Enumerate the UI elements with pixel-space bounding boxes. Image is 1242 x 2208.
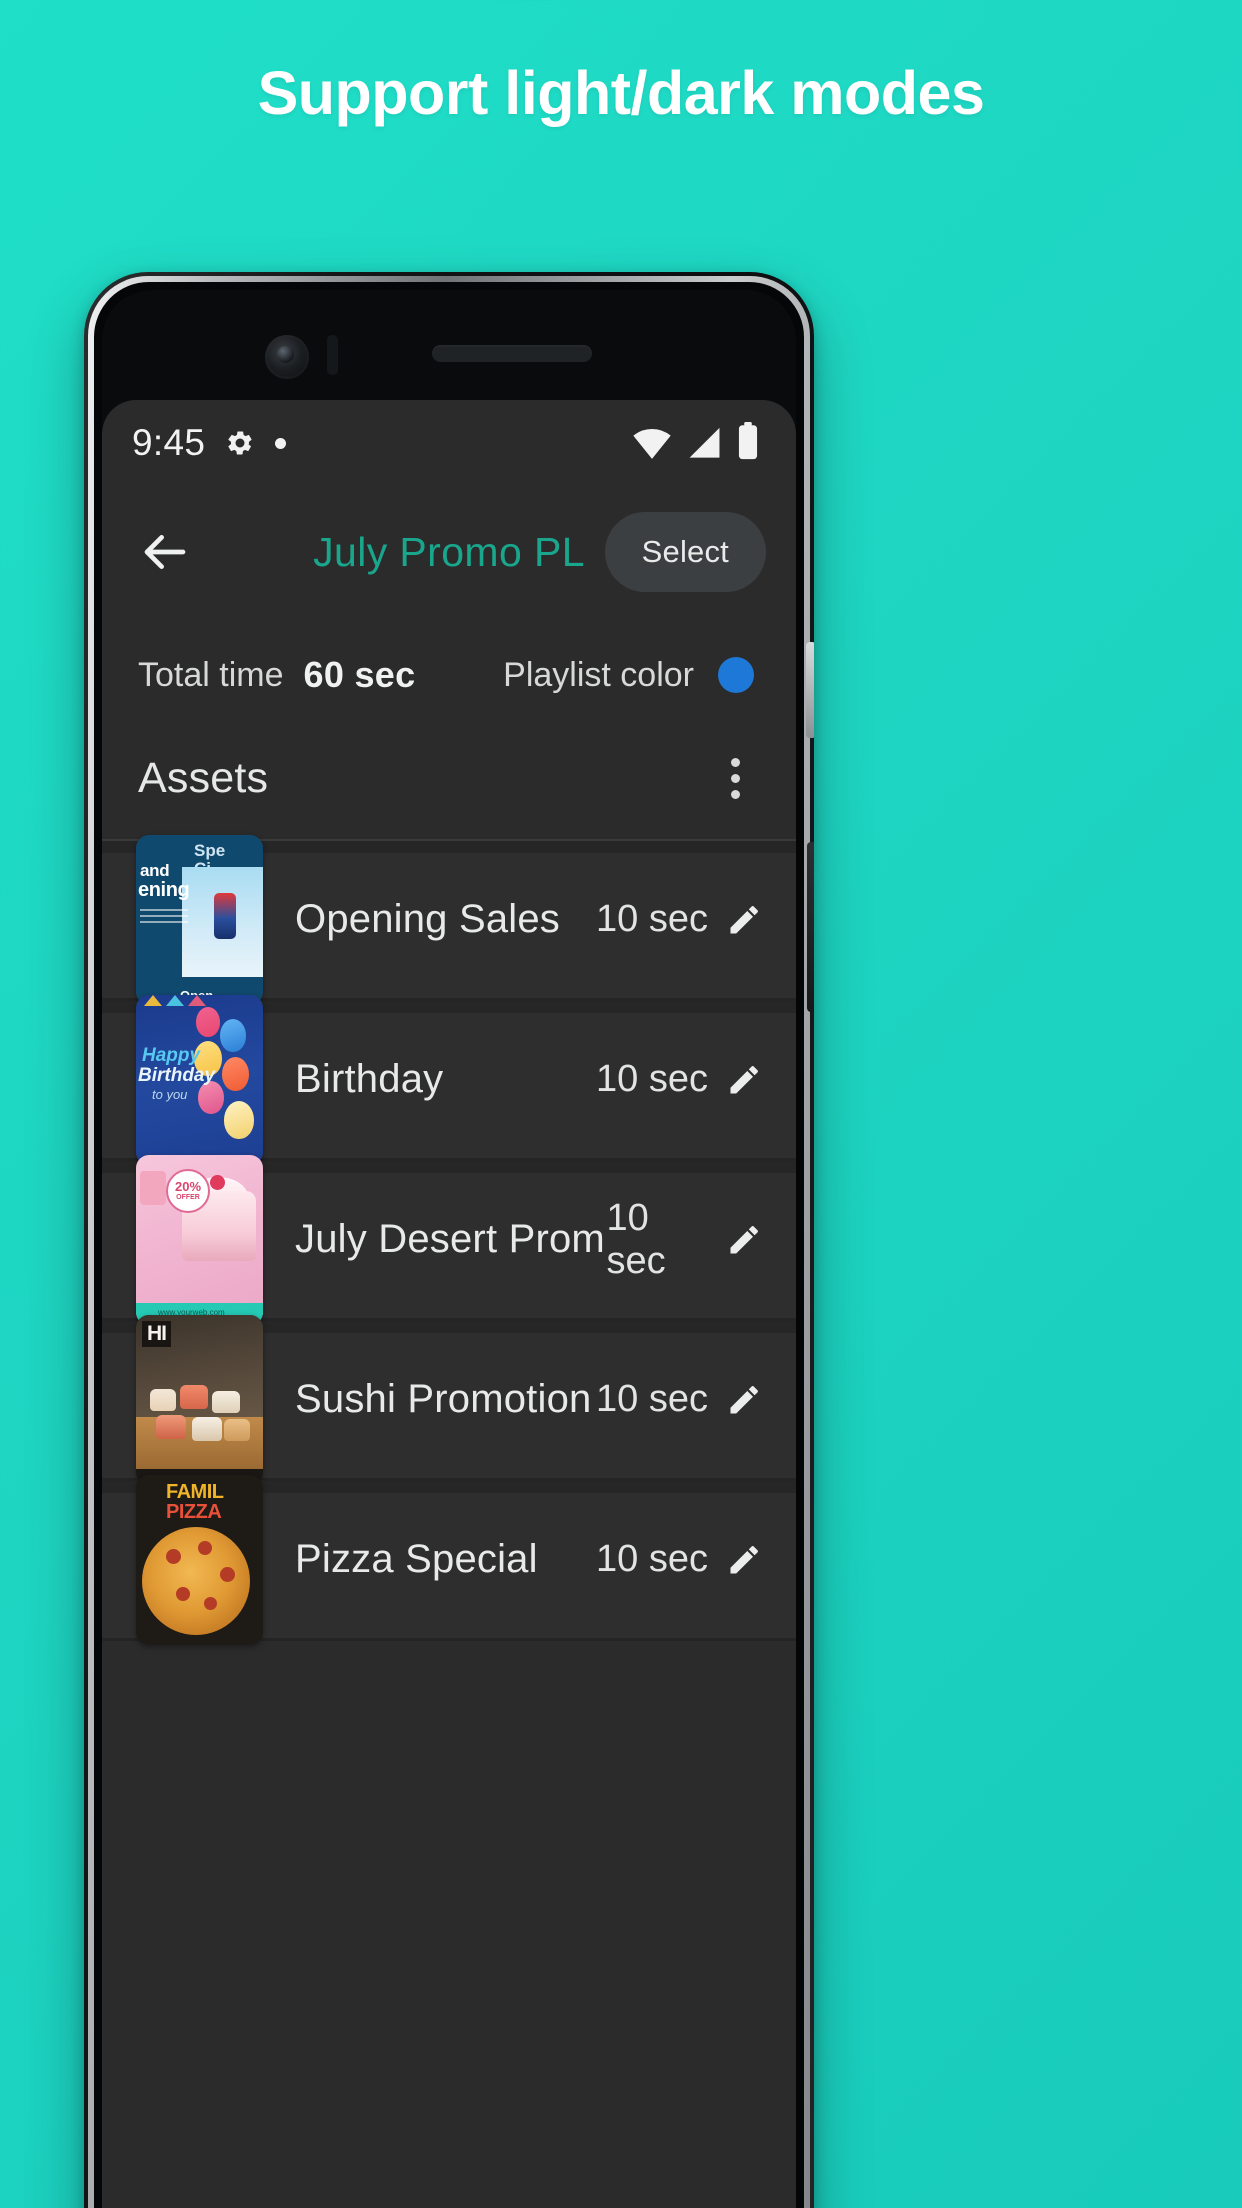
notification-dot-icon (275, 437, 287, 449)
earpiece-speaker-icon (432, 345, 592, 362)
asset-thumbnail: Spe Ci and ening Open (136, 834, 263, 1005)
thumb-text: PIZZA (166, 1500, 222, 1523)
proximity-sensor-icon (327, 335, 338, 375)
asset-actions: 10 sec (596, 1538, 762, 1581)
phone-screen: 9:45 July Promo PL Select Total time 60 … (102, 400, 796, 2208)
asset-thumbnail: FAMIL PIZZA (136, 1474, 263, 1645)
front-camera-icon (265, 335, 309, 379)
edit-pencil-icon[interactable] (726, 1542, 762, 1578)
asset-actions: 10 sec (596, 1378, 762, 1421)
thumb-art (214, 892, 236, 939)
thumb-badge: 20% OFFER (166, 1168, 210, 1213)
playlist-color-swatch[interactable] (718, 657, 754, 693)
thumb-text: ening (138, 878, 190, 901)
table-row[interactable]: Happy Birthday to you Birthday 10 sec (102, 994, 796, 1165)
assets-title: Assets (138, 754, 269, 802)
kebab-dot (731, 774, 740, 783)
asset-title: July Desert Promo (295, 1217, 607, 1261)
edit-pencil-icon[interactable] (726, 902, 762, 938)
back-arrow-icon (144, 535, 186, 569)
cellular-signal-icon (685, 426, 723, 465)
playlist-color-label: Playlist color (503, 655, 694, 694)
asset-duration: 10 sec (596, 898, 708, 940)
wifi-icon (632, 426, 672, 465)
table-row[interactable]: HI Sushi Promotion 10 sec (102, 1314, 796, 1485)
select-button[interactable]: Select (604, 512, 766, 592)
playlist-color-control[interactable]: Playlist color (503, 656, 754, 695)
status-bar-left: 9:45 (132, 422, 287, 464)
status-bar-right (632, 421, 760, 465)
thumb-art (140, 1170, 166, 1205)
thumb-text: Happy (142, 1044, 201, 1066)
thumb-text: Birthday (138, 1064, 216, 1086)
overflow-menu-icon[interactable] (719, 748, 752, 809)
assets-section-header: Assets (102, 726, 796, 841)
settings-gear-icon (225, 428, 255, 458)
asset-actions: 10 sec (596, 898, 762, 941)
power-button[interactable] (806, 642, 814, 738)
thumb-text: HI (142, 1320, 171, 1347)
total-time-label: Total time (138, 655, 284, 694)
asset-thumbnail: Happy Birthday to you (136, 994, 263, 1165)
phone-body: 9:45 July Promo PL Select Total time 60 … (102, 290, 796, 2208)
thumb-text: 20% (174, 1179, 202, 1194)
asset-duration: 10 sec (606, 1196, 666, 1282)
asset-title: Pizza Special (295, 1537, 538, 1581)
asset-title: Sushi Promotion (295, 1377, 592, 1421)
thumb-art (140, 908, 188, 927)
status-clock: 9:45 (132, 422, 206, 463)
edit-pencil-icon[interactable] (726, 1382, 762, 1418)
table-row[interactable]: Spe Ci and ening Open Opening Sales 10 s… (102, 834, 796, 1005)
thumb-text: to you (152, 1086, 188, 1102)
asset-actions: 10 sec (606, 1197, 762, 1283)
volume-button[interactable] (807, 842, 814, 1012)
thumb-art (142, 1526, 250, 1635)
asset-duration: 10 sec (596, 1378, 708, 1420)
total-time-value: 60 sec (303, 654, 416, 695)
assets-list: Spe Ci and ening Open Opening Sales 10 s… (102, 834, 796, 1645)
status-bar: 9:45 (102, 400, 796, 486)
kebab-dot (731, 790, 740, 799)
asset-duration: 10 sec (596, 1538, 708, 1580)
thumb-text: OFFER (176, 1194, 200, 1201)
thumb-text: Spe (194, 840, 226, 860)
asset-title: Birthday (295, 1057, 444, 1101)
kebab-dot (731, 758, 740, 767)
table-row[interactable]: FAMIL PIZZA Pizza Special 10 sec (102, 1474, 796, 1645)
app-bar: July Promo PL Select (102, 486, 796, 618)
edit-pencil-icon[interactable] (726, 1222, 762, 1258)
battery-icon (736, 421, 760, 465)
back-button[interactable] (134, 521, 196, 583)
table-row[interactable]: 20% OFFER www.yourweb.com July Desert Pr… (102, 1154, 796, 1325)
phone-mockup: 9:45 July Promo PL Select Total time 60 … (84, 272, 814, 2208)
thumb-art (210, 1174, 225, 1190)
asset-duration: 10 sec (596, 1058, 708, 1100)
playlist-info-row: Total time 60 sec Playlist color (102, 618, 796, 726)
promo-heading: Support light/dark modes (257, 59, 985, 127)
asset-thumbnail: 20% OFFER www.yourweb.com (136, 1154, 263, 1325)
asset-thumbnail: HI (136, 1314, 263, 1485)
asset-actions: 10 sec (596, 1058, 762, 1101)
edit-pencil-icon[interactable] (726, 1062, 762, 1098)
thumb-text: and (140, 860, 170, 880)
asset-title: Opening Sales (295, 897, 561, 941)
